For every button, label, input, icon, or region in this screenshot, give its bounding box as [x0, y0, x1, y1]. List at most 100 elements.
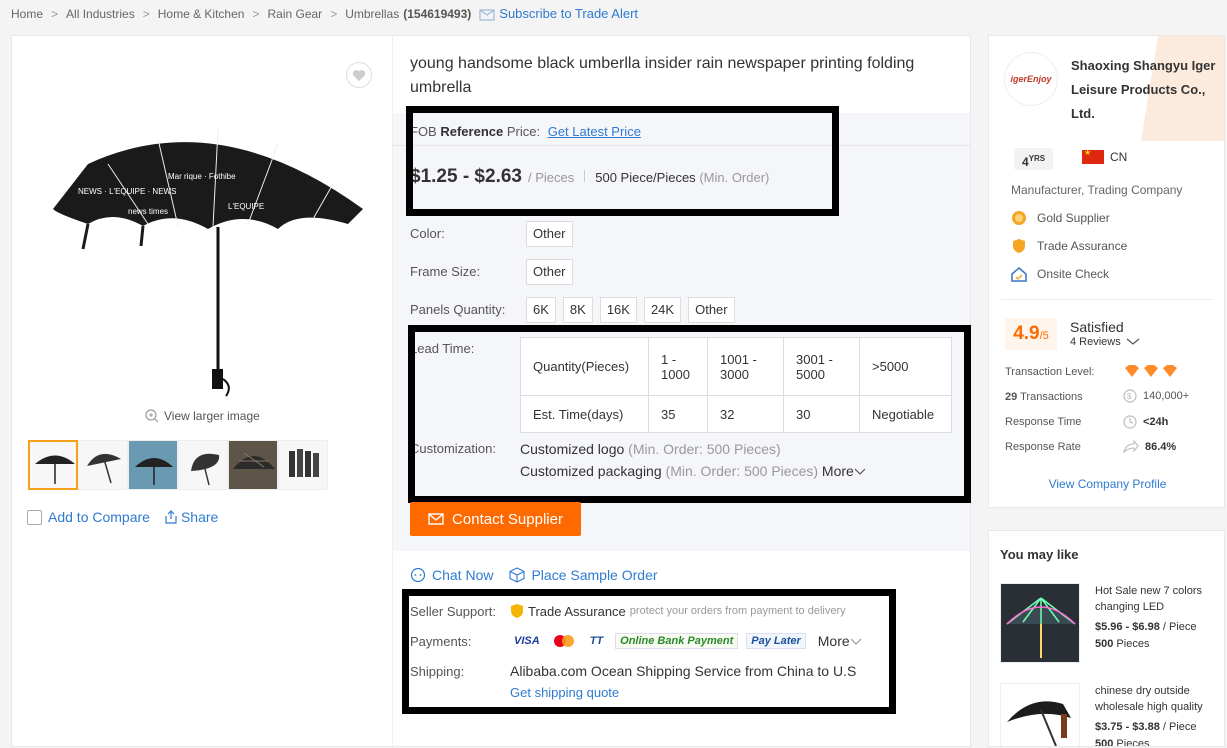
transactions-label: Transactions	[1020, 391, 1083, 403]
product-detail: young handsome black umberlla insider ra…	[393, 36, 971, 748]
thumbnail[interactable]	[78, 440, 128, 490]
breadcrumb-umbrellas[interactable]: Umbrellas	[345, 7, 399, 21]
response-rate-value: 86.4%	[1145, 441, 1177, 453]
thumbnail[interactable]	[178, 440, 228, 490]
company-type: Manufacturer, Trading Company	[1011, 183, 1183, 197]
chat-now-link[interactable]: Chat Now	[410, 567, 493, 583]
divider	[1001, 299, 1213, 300]
svg-text:$: $	[1127, 392, 1132, 401]
item-moq-unit: Pieces	[1116, 638, 1150, 650]
highlight-box-price	[406, 106, 839, 216]
badge-label: Onsite Check	[1037, 267, 1110, 281]
response-time-value: <24h	[1143, 416, 1169, 428]
recommended-item-title[interactable]: chinese dry outside wholesale high quali…	[1095, 683, 1217, 715]
country: CN	[1082, 148, 1128, 164]
subscribe-trade-alert-link[interactable]: Subscribe to Trade Alert	[479, 6, 638, 21]
breadcrumb-rain-gear[interactable]: Rain Gear	[267, 7, 322, 21]
breadcrumb-all-industries[interactable]: All Industries	[66, 7, 135, 21]
color-options: Other	[526, 221, 573, 247]
item-moq-unit: Pieces	[1116, 738, 1150, 747]
clock-icon	[1123, 415, 1137, 429]
panels-quantity-label: Panels Quantity:	[410, 302, 506, 317]
recommended-item-image[interactable]	[1000, 683, 1080, 746]
thumbnail[interactable]	[28, 440, 78, 490]
panels-option[interactable]: 8K	[562, 297, 593, 323]
svg-text:NEWS · L'EQUIPE · NEWS: NEWS · L'EQUIPE · NEWS	[78, 187, 176, 196]
onsite-check-badge: Onsite Check	[1011, 266, 1109, 282]
panels-option[interactable]: Other	[688, 297, 735, 323]
breadcrumb-home-kitchen[interactable]: Home & Kitchen	[158, 7, 245, 21]
favorite-heart-icon[interactable]	[346, 62, 372, 88]
frame-size-label: Frame Size:	[410, 264, 481, 279]
rating-text: Satisfied	[1070, 319, 1124, 335]
thumbnail[interactable]	[278, 440, 328, 490]
box-icon	[509, 567, 526, 583]
secondary-actions: Chat Now Place Sample Order	[410, 567, 658, 583]
breadcrumb-home[interactable]: Home	[11, 7, 43, 21]
years-value: 4	[1022, 155, 1029, 169]
frame-size-option[interactable]: Other	[526, 259, 573, 285]
breadcrumb: Home > All Industries > Home & Kitchen >…	[11, 6, 638, 21]
company-logo[interactable]: igerEnjoy	[1004, 52, 1058, 106]
thumbnail[interactable]	[128, 440, 178, 490]
panels-option[interactable]: 16K	[599, 297, 637, 323]
subscribe-label: Subscribe to Trade Alert	[499, 6, 639, 21]
recommended-item-image[interactable]	[1000, 583, 1080, 663]
you-may-like-panel: You may like Hot Sale new 7 colors chang…	[988, 530, 1225, 747]
place-sample-order-link[interactable]: Place Sample Order	[509, 567, 658, 583]
view-larger-label: View larger image	[164, 409, 260, 423]
add-to-compare-checkbox[interactable]	[27, 509, 42, 525]
shield-icon	[1011, 238, 1027, 254]
share-label: Share	[180, 509, 219, 525]
reviews-link[interactable]: 4 Reviews	[1070, 336, 1140, 348]
place-sample-order-label: Place Sample Order	[531, 567, 658, 583]
company-name[interactable]: Shaoxing Shangyu Iger Leisure Products C…	[1071, 54, 1216, 126]
item-price: $3.75 - $3.88	[1095, 721, 1160, 733]
view-company-profile-link[interactable]: View Company Profile	[989, 477, 1224, 491]
product-title: young handsome black umberlla insider ra…	[410, 55, 915, 96]
transaction-level-label: Transaction Level:	[1005, 366, 1095, 378]
you-may-like-title: You may like	[1000, 547, 1079, 562]
share-button[interactable]: Share	[164, 509, 218, 525]
item-price: $5.96 - $6.98	[1095, 621, 1160, 633]
country-code: CN	[1110, 150, 1128, 164]
recommended-item-title[interactable]: Hot Sale new 7 colors changing LED	[1095, 583, 1217, 615]
rating-score: 4.9/5	[1005, 318, 1057, 350]
rating-max: /5	[1039, 330, 1049, 342]
coin-icon: $	[1123, 389, 1137, 403]
badge-label: Gold Supplier	[1037, 211, 1110, 225]
zoom-icon	[145, 409, 159, 423]
highlight-box-lead-time	[408, 325, 971, 503]
mail-alert-icon	[479, 8, 495, 21]
rating-value: 4.9	[1013, 323, 1040, 344]
item-moq: 500	[1095, 638, 1114, 650]
item-unit: / Piece	[1162, 621, 1197, 633]
view-larger-image-link[interactable]: View larger image	[145, 409, 260, 423]
arrow-reply-icon	[1123, 440, 1139, 454]
add-to-compare-label[interactable]: Add to Compare	[48, 509, 150, 525]
reviews-label: 4 Reviews	[1070, 336, 1121, 348]
transactions-value: $ 140,000+	[1123, 389, 1189, 403]
contact-supplier-label: Contact Supplier	[452, 510, 563, 528]
color-option[interactable]: Other	[526, 221, 573, 247]
thumbnail-strip	[28, 440, 328, 490]
product-gallery: NEWS · L'EQUIPE · NEWS Mar rique · Fothi…	[12, 36, 393, 748]
share-icon	[165, 510, 177, 524]
response-rate: 86.4%	[1123, 440, 1176, 454]
product-main-panel: NEWS · L'EQUIPE · NEWS Mar rique · Fothi…	[11, 35, 971, 748]
company-card: igerEnjoy Shaoxing Shangyu Iger Leisure …	[988, 35, 1225, 508]
thumbnail[interactable]	[228, 440, 278, 490]
years-suffix: YRS	[1028, 154, 1046, 163]
contact-supplier-button[interactable]: Contact Supplier	[410, 502, 581, 536]
panels-option[interactable]: 6K	[526, 297, 556, 323]
trade-assurance-badge: Trade Assurance	[1011, 238, 1127, 254]
gold-medal-icon	[1011, 210, 1027, 226]
diamond-icon	[1125, 365, 1177, 377]
main-product-image[interactable]: NEWS · L'EQUIPE · NEWS Mar rique · Fothi…	[48, 114, 368, 414]
badge-label: Trade Assurance	[1037, 239, 1128, 253]
china-flag-icon	[1082, 148, 1104, 164]
transactions-amount: 140,000+	[1143, 390, 1190, 402]
response-rate-label: Response Rate	[1005, 441, 1081, 453]
panels-option[interactable]: 24K	[643, 297, 682, 323]
transactions-count: 29 Transactions	[1005, 391, 1083, 403]
